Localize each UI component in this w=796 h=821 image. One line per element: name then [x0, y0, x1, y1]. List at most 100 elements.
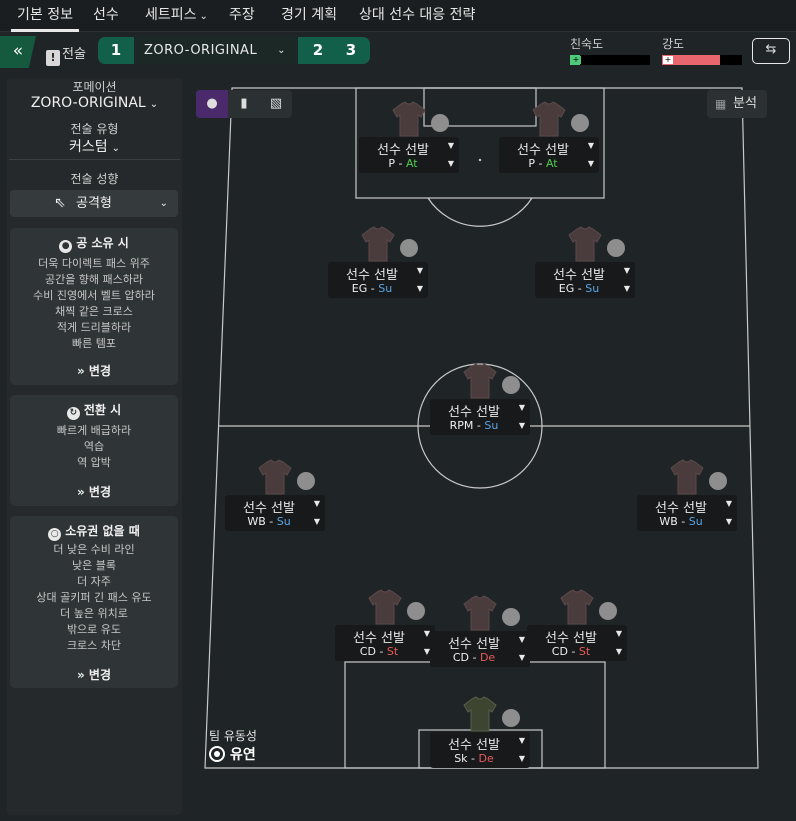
player-view-button[interactable]: ● [196, 90, 228, 118]
caret-down-icon[interactable]: ▼ [616, 629, 622, 638]
team-fluidity-value[interactable]: 유연 [209, 744, 256, 764]
player-name: 선수 선발 [448, 405, 500, 420]
shirt-icon [670, 459, 704, 495]
player-status-dot[interactable] [297, 472, 315, 490]
player-role-box[interactable]: 선수 선발 P - At ▼ ▼ [359, 137, 459, 173]
top-penalty-arc [427, 197, 533, 227]
player-name: 선수 선발 [448, 637, 500, 652]
player-role-box[interactable]: 선수 선발 RPM - Su ▼ ▼ [430, 399, 530, 435]
player-role-box[interactable]: 선수 선발 Sk - De ▼ ▼ [430, 732, 530, 768]
player-slot-cd-right[interactable]: 선수 선발 CD - St ▼ ▼ [527, 589, 627, 661]
caret-down-icon[interactable]: ▼ [588, 159, 594, 168]
tactic-view-button[interactable]: ▧ [260, 90, 292, 118]
player-status-dot[interactable] [407, 602, 425, 620]
caret-down-icon[interactable]: ▼ [519, 653, 525, 662]
shirt-icon [532, 101, 566, 137]
player-role-box[interactable]: 선수 선발 WB - Su ▼ ▼ [225, 495, 325, 531]
player-role: CD - St [551, 645, 591, 658]
player-status-dot[interactable] [599, 602, 617, 620]
caret-down-icon[interactable]: ▼ [519, 754, 525, 763]
caret-down-icon[interactable]: ▼ [314, 499, 320, 508]
caret-down-icon[interactable]: ▼ [519, 635, 525, 644]
caret-down-icon[interactable]: ▼ [519, 736, 525, 745]
caret-down-icon[interactable]: ▼ [624, 266, 630, 275]
player-slot-wb-right[interactable]: 선수 선발 WB - Su ▼ ▼ [637, 459, 737, 531]
team-fluidity-label: 팀 유동성 [209, 729, 257, 743]
caret-down-icon[interactable]: ▼ [726, 499, 732, 508]
player-slot-sk[interactable]: 선수 선발 Sk - De ▼ ▼ [430, 696, 530, 768]
role-code: WB [659, 515, 678, 528]
shirt-icon [258, 459, 292, 495]
player-name: 선수 선발 [655, 501, 707, 516]
caret-down-icon[interactable]: ▼ [448, 159, 454, 168]
player-name: 선수 선발 [448, 738, 500, 753]
player-role: CD - De [452, 651, 496, 664]
stats-view-button[interactable]: ▮ [228, 90, 260, 118]
grid-icon: ▦ [715, 97, 727, 111]
player-status-dot[interactable] [502, 608, 520, 626]
duty-code: Su [276, 515, 291, 528]
player-slot-wb-left[interactable]: 선수 선발 WB - Su ▼ ▼ [225, 459, 325, 531]
player-status-dot[interactable] [502, 709, 520, 727]
player-status-dot[interactable] [502, 376, 520, 394]
shirt-icon [463, 595, 497, 631]
caret-down-icon[interactable]: ▼ [448, 141, 454, 150]
player-slot-eg-right[interactable]: 선수 선발 EG - Su ▼ ▼ [535, 226, 635, 298]
shirt-icon [361, 226, 395, 262]
player-role: WB - Su [247, 515, 291, 528]
role-code: WB [247, 515, 266, 528]
duty-code: De [478, 752, 494, 765]
player-status-dot[interactable] [571, 114, 589, 132]
player-role-box[interactable]: 선수 선발 CD - St ▼ ▼ [527, 625, 627, 661]
shirt-icon [560, 589, 594, 625]
player-status-dot[interactable] [431, 114, 449, 132]
caret-down-icon[interactable]: ▼ [314, 517, 320, 526]
duty-code: Su [378, 282, 393, 295]
shirt-icon [463, 696, 497, 732]
shirt-icon [568, 226, 602, 262]
caret-down-icon[interactable]: ▼ [616, 647, 622, 656]
role-code: RPM [449, 419, 474, 432]
player-slot-p-left[interactable]: 선수 선발 P - At ▼ ▼ [359, 101, 459, 173]
player-role: P - At [388, 157, 418, 170]
pitch-view-toggle: ● ▮ ▧ [196, 90, 292, 118]
caret-down-icon[interactable]: ▼ [417, 266, 423, 275]
caret-down-icon[interactable]: ▼ [519, 403, 525, 412]
player-name: 선수 선발 [346, 268, 398, 283]
role-code: CD [359, 645, 376, 658]
player-role-box[interactable]: 선수 선발 WB - Su ▼ ▼ [637, 495, 737, 531]
player-slot-cd-center[interactable]: 선수 선발 CD - De ▼ ▼ [430, 595, 530, 667]
shirt-icon [392, 101, 426, 137]
role-code: CD [551, 645, 568, 658]
caret-down-icon[interactable]: ▼ [417, 284, 423, 293]
caret-down-icon[interactable]: ▼ [726, 517, 732, 526]
player-name: 선수 선발 [553, 268, 605, 283]
caret-down-icon[interactable]: ▼ [624, 284, 630, 293]
player-role-box[interactable]: 선수 선발 P - At ▼ ▼ [499, 137, 599, 173]
player-role-box[interactable]: 선수 선발 CD - St ▼ ▼ [335, 625, 435, 661]
fluidity-icon [209, 746, 225, 762]
player-role: CD - St [359, 645, 399, 658]
analysis-button[interactable]: ▦ 분석 [707, 90, 767, 118]
caret-down-icon[interactable]: ▼ [588, 141, 594, 150]
player-slot-eg-left[interactable]: 선수 선발 EG - Su ▼ ▼ [328, 226, 428, 298]
fluidity-value-text: 유연 [230, 747, 256, 763]
player-slot-cd-left[interactable]: 선수 선발 CD - St ▼ ▼ [335, 589, 435, 661]
duty-code: St [578, 645, 591, 658]
player-status-dot[interactable] [607, 239, 625, 257]
player-role-box[interactable]: 선수 선발 CD - De ▼ ▼ [430, 631, 530, 667]
player-name: 선수 선발 [243, 501, 295, 516]
player-role-box[interactable]: 선수 선발 EG - Su ▼ ▼ [328, 262, 428, 298]
caret-down-icon[interactable]: ▼ [519, 421, 525, 430]
player-slot-rpm[interactable]: 선수 선발 RPM - Su ▼ ▼ [430, 363, 530, 435]
player-name: 선수 선발 [377, 143, 429, 158]
player-role-box[interactable]: 선수 선발 EG - Su ▼ ▼ [535, 262, 635, 298]
player-slot-p-right[interactable]: 선수 선발 P - At ▼ ▼ [499, 101, 599, 173]
player-name: 선수 선발 [353, 631, 405, 646]
player-status-dot[interactable] [709, 472, 727, 490]
duty-code: At [545, 157, 558, 170]
player-status-dot[interactable] [400, 239, 418, 257]
shirt-icon [463, 363, 497, 399]
player-role: Sk - De [454, 752, 494, 765]
role-code: Sk [454, 752, 468, 765]
